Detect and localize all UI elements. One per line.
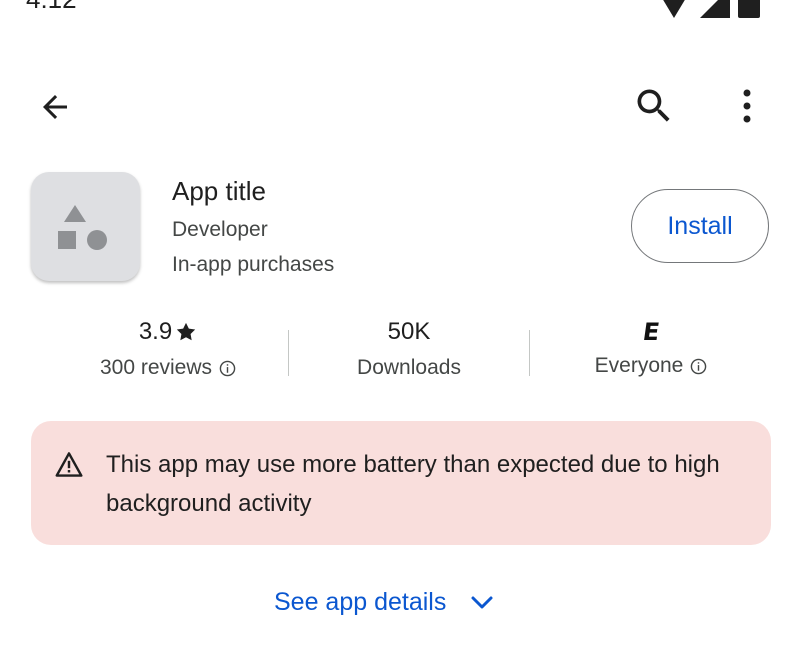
- info-icon: [219, 360, 236, 376]
- stat-rating[interactable]: 3.9 300 reviews: [60, 318, 276, 380]
- install-button[interactable]: Install: [631, 189, 769, 263]
- downloads-label: Downloads: [357, 356, 461, 379]
- stat-divider: [529, 330, 530, 376]
- stat-content-rating[interactable]: E Everyone: [540, 318, 762, 378]
- warning-text: This app may use more battery than expec…: [106, 451, 720, 517]
- app-title: App title: [172, 176, 266, 206]
- wifi-icon: [663, 0, 685, 18]
- rating-label: 300 reviews: [99, 356, 213, 379]
- info-icon: [691, 358, 707, 374]
- more-vert-icon: [743, 89, 751, 123]
- see-app-details-link[interactable]: See app details: [274, 588, 494, 617]
- search-button[interactable]: [628, 80, 680, 132]
- warning-icon: [54, 451, 84, 483]
- details-label: See app details: [274, 588, 447, 616]
- esrb-everyone-badge: E: [640, 318, 662, 346]
- app-icon: [31, 172, 140, 281]
- status-time: 4:12: [26, 0, 77, 15]
- content-rating-label: Everyone: [594, 354, 684, 377]
- chevron-down-icon: [471, 596, 493, 608]
- app-placeholder-shapes-icon: [57, 204, 107, 250]
- star-icon: [177, 322, 196, 341]
- iap-note: In-app purchases: [172, 253, 335, 276]
- stat-downloads: 50K Downloads: [300, 318, 518, 380]
- search-icon: [637, 89, 670, 122]
- status-icons: [654, 0, 764, 25]
- battery-icon: [738, 0, 760, 18]
- back-button[interactable]: [30, 82, 80, 132]
- developer-link[interactable]: Developer: [172, 218, 268, 242]
- stat-divider: [288, 330, 289, 376]
- more-options-button[interactable]: [730, 80, 764, 132]
- downloads-value: 50K: [387, 318, 431, 345]
- back-arrow-icon: [43, 95, 67, 119]
- cell-signal-icon: [700, 0, 730, 18]
- rating-value: 3.9: [138, 318, 173, 345]
